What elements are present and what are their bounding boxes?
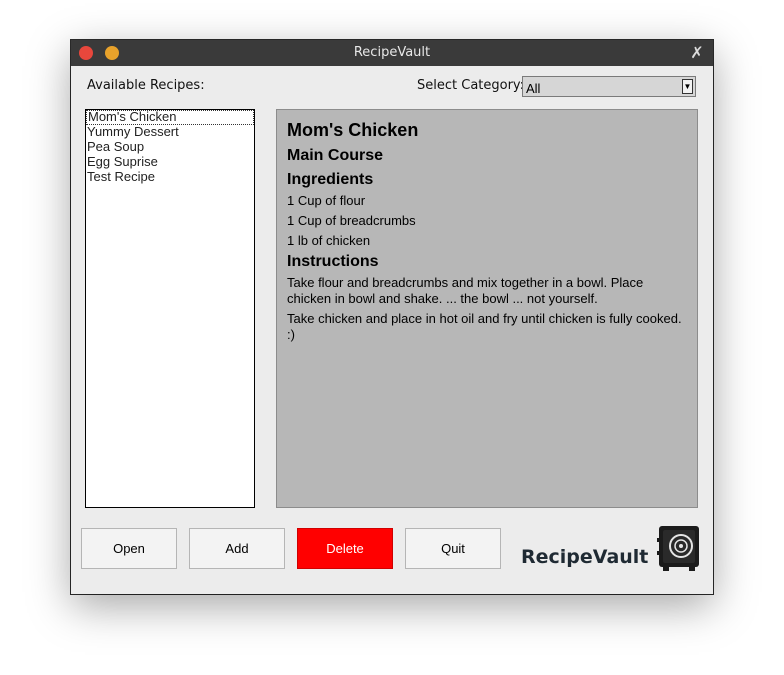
list-item[interactable]: Mom's Chicken: [86, 110, 254, 125]
list-item[interactable]: Egg Suprise: [86, 155, 254, 170]
brand-name: RecipeVault: [521, 546, 649, 568]
recipe-name: Mom's Chicken: [287, 120, 419, 140]
recipe-category: Main Course: [287, 147, 384, 164]
recipe-detail-panel: Mom's Chicken Main Course Ingredients 1 …: [276, 109, 698, 508]
instruction-paragraph: Take chicken and place in hot oil and fr…: [287, 311, 682, 342]
ingredient-line: 1 lb of chicken: [287, 233, 371, 248]
available-recipes-label: Available Recipes:: [87, 78, 205, 93]
list-item[interactable]: Test Recipe: [86, 170, 254, 185]
delete-button[interactable]: Delete: [297, 528, 393, 569]
open-button[interactable]: Open: [81, 528, 177, 569]
ingredient-line: 1 Cup of flour: [287, 193, 366, 208]
title-bar[interactable]: RecipeVault ✗: [71, 40, 713, 66]
quit-button[interactable]: Quit: [405, 528, 501, 569]
ingredient-line: 1 Cup of breadcrumbs: [287, 213, 416, 228]
recipe-list[interactable]: Mom's Chicken Yummy Dessert Pea Soup Egg…: [85, 109, 255, 508]
chevron-down-icon[interactable]: ▼: [682, 79, 693, 94]
select-category-label: Select Category:: [417, 78, 525, 93]
category-select-value: All: [526, 81, 541, 96]
instructions-heading: Instructions: [287, 253, 379, 270]
app-menu-icon[interactable]: ✗: [687, 43, 707, 63]
add-button[interactable]: Add: [189, 528, 285, 569]
category-select[interactable]: All ▼: [522, 76, 696, 97]
list-item[interactable]: Pea Soup: [86, 140, 254, 155]
list-item[interactable]: Yummy Dessert: [86, 125, 254, 140]
instruction-paragraph: Take flour and breadcrumbs and mix toget…: [287, 275, 644, 306]
ingredients-heading: Ingredients: [287, 171, 374, 188]
safe-icon: [657, 526, 699, 571]
app-window: RecipeVault ✗ Available Recipes: Select …: [71, 40, 713, 594]
window-title: RecipeVault: [353, 45, 431, 60]
